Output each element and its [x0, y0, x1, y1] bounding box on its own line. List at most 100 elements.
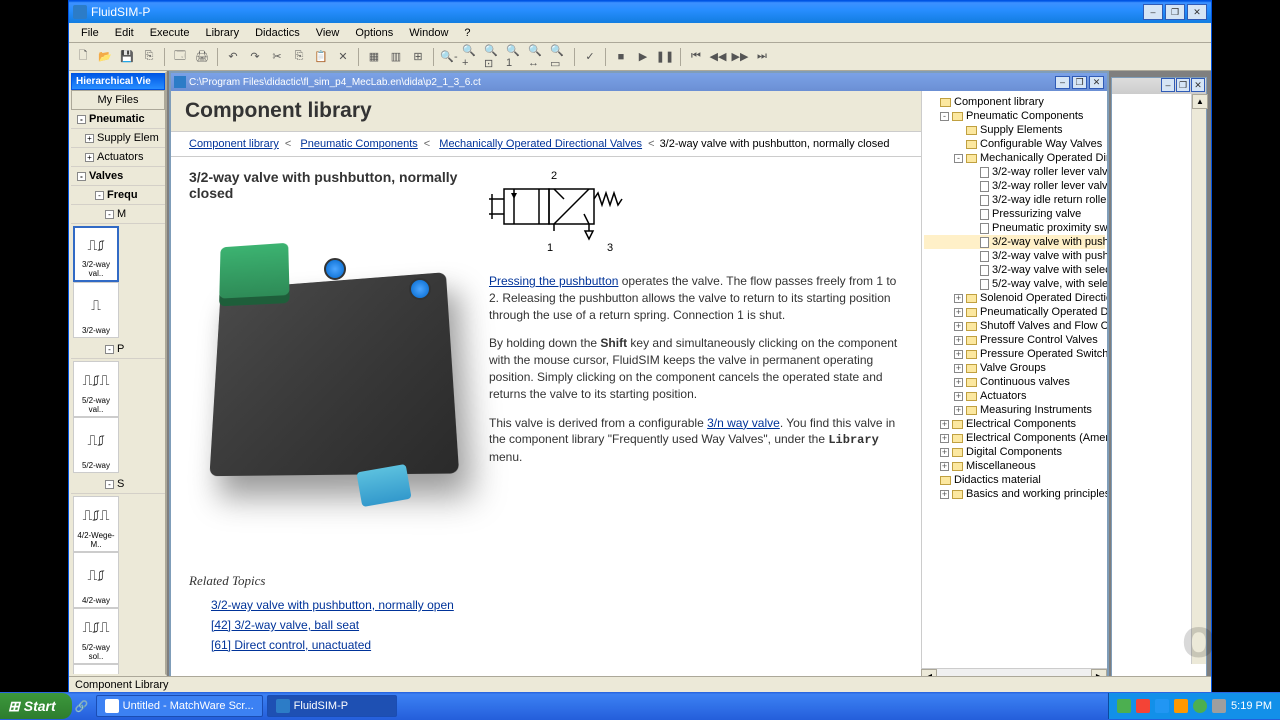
crumb-link[interactable]: Component library: [189, 138, 279, 150]
collapse-icon[interactable]: -: [77, 115, 86, 124]
expand-icon[interactable]: +: [954, 364, 963, 373]
sidebar-item[interactable]: -S: [71, 475, 165, 494]
titlebar[interactable]: FluidSIM-P – ❐ ✕: [69, 1, 1211, 23]
first-icon[interactable]: ⏮: [686, 47, 706, 67]
nav-tree-item[interactable]: Configurable Way Valves: [924, 137, 1105, 151]
scroll-left-icon[interactable]: ◀: [921, 669, 937, 676]
crumb-link[interactable]: Mechanically Operated Directional Valves: [439, 138, 642, 150]
menu-options[interactable]: Options: [347, 25, 401, 41]
expand-icon[interactable]: +: [954, 336, 963, 345]
collapse-icon[interactable]: -: [940, 112, 949, 121]
nav-tree-item[interactable]: 3/2-way roller lever valve: [924, 179, 1105, 193]
menu-help[interactable]: ?: [456, 25, 478, 41]
tray-icon[interactable]: [1136, 699, 1150, 713]
scroll-up-icon[interactable]: ▲: [1192, 94, 1208, 109]
nav-tree[interactable]: Component library-Pneumatic Components S…: [921, 91, 1107, 668]
stop-icon[interactable]: ■: [611, 47, 631, 67]
maximize-button[interactable]: ❐: [1165, 4, 1185, 20]
nav-tree-item[interactable]: 3/2-way valve with selec: [924, 263, 1105, 277]
menu-edit[interactable]: Edit: [107, 25, 142, 41]
doc-titlebar[interactable]: C:\Program Files\didactic\fl_sim_p4_MecL…: [171, 73, 1107, 91]
systray[interactable]: 5:19 PM: [1108, 693, 1280, 719]
undo-icon[interactable]: ↶: [223, 47, 243, 67]
pane-maximize-button[interactable]: ❐: [1176, 78, 1190, 92]
component-thumb[interactable]: ⎍⎎⎍5/2-way sol..: [73, 608, 119, 664]
expand-icon[interactable]: +: [954, 392, 963, 401]
delete-icon[interactable]: ✕: [333, 47, 353, 67]
tray-icon[interactable]: [1193, 699, 1207, 713]
expand-icon[interactable]: +: [940, 448, 949, 457]
new-icon[interactable]: 🗋: [73, 47, 93, 67]
save-all-icon[interactable]: ⎘: [139, 47, 159, 67]
nav-tree-item[interactable]: +Pressure Operated Switches: [924, 347, 1105, 361]
last-icon[interactable]: ⏭: [752, 47, 772, 67]
crumb-link[interactable]: Pneumatic Components: [300, 138, 417, 150]
clock[interactable]: 5:19 PM: [1231, 700, 1272, 712]
minimize-button[interactable]: –: [1143, 4, 1163, 20]
menu-window[interactable]: Window: [401, 25, 456, 41]
tray-icon[interactable]: [1155, 699, 1169, 713]
doc-main[interactable]: Component library Component library< Pne…: [171, 91, 921, 668]
nav-tree-item[interactable]: -Pneumatic Components: [924, 109, 1105, 123]
copy-icon[interactable]: ⎘: [289, 47, 309, 67]
collapse-icon[interactable]: -: [77, 172, 86, 181]
prev-icon[interactable]: ◀◀: [708, 47, 728, 67]
pause-icon[interactable]: ❚❚: [655, 47, 675, 67]
expand-icon[interactable]: +: [85, 153, 94, 162]
nav-tree-item[interactable]: 3/2-way idle return roller: [924, 193, 1105, 207]
expand-icon[interactable]: +: [954, 308, 963, 317]
expand-icon[interactable]: +: [954, 294, 963, 303]
expand-icon[interactable]: +: [954, 322, 963, 331]
menu-execute[interactable]: Execute: [142, 25, 198, 41]
sidebar-item[interactable]: +Actuators: [71, 148, 165, 167]
nav-tree-item[interactable]: Pneumatic proximity swit: [924, 221, 1105, 235]
sidebar-title[interactable]: Hierarchical Vie: [71, 73, 165, 90]
paste-icon[interactable]: 📋: [311, 47, 331, 67]
taskbar-item[interactable]: FluidSIM-P: [267, 695, 397, 717]
tray-icon[interactable]: [1174, 699, 1188, 713]
scroll-right-icon[interactable]: ▶: [1091, 669, 1107, 676]
collapse-icon[interactable]: -: [954, 154, 963, 163]
link-3n-valve[interactable]: 3/n way valve: [707, 416, 780, 430]
expand-icon[interactable]: +: [940, 462, 949, 471]
link-pressing[interactable]: Pressing the pushbutton: [489, 274, 618, 288]
related-link[interactable]: [42] 3/2-way valve, ball seat: [211, 615, 903, 635]
save-icon[interactable]: 💾: [117, 47, 137, 67]
collapse-icon[interactable]: -: [105, 210, 114, 219]
expand-icon[interactable]: +: [954, 350, 963, 359]
nav-tree-item[interactable]: +Basics and working principles: [924, 487, 1105, 501]
nav-tree-item[interactable]: +Miscellaneous: [924, 459, 1105, 473]
collapse-icon[interactable]: -: [105, 345, 114, 354]
nav-tree-item[interactable]: +Pneumatically Operated Direc: [924, 305, 1105, 319]
sidebar-section-pneumatic[interactable]: -Pneumatic: [71, 110, 165, 129]
tray-icon[interactable]: [1117, 699, 1131, 713]
sidebar-item[interactable]: +Supply Elem: [71, 129, 165, 148]
related-link[interactable]: [61] Direct control, unactuated: [211, 635, 903, 655]
cut-icon[interactable]: ✂: [267, 47, 287, 67]
zoom-in-icon[interactable]: 🔍+: [461, 47, 481, 67]
nav-tree-item[interactable]: +Valve Groups: [924, 361, 1105, 375]
menu-didactics[interactable]: Didactics: [247, 25, 308, 41]
expand-icon[interactable]: +: [940, 434, 949, 443]
print-icon[interactable]: 🖨: [192, 47, 212, 67]
next-icon[interactable]: ▶▶: [730, 47, 750, 67]
menu-view[interactable]: View: [308, 25, 348, 41]
expand-icon[interactable]: +: [940, 420, 949, 429]
zoom-reg-icon[interactable]: 🔍▭: [549, 47, 569, 67]
check-icon[interactable]: ✓: [580, 47, 600, 67]
component-thumb[interactable]: ⎍⎎3/2-way val..: [73, 226, 119, 282]
component-thumb[interactable]: ⎍⎎5/3-way: [73, 664, 119, 676]
nav-tree-item[interactable]: -Mechanically Operated Direct: [924, 151, 1105, 165]
taskbar-item[interactable]: Untitled - MatchWare Scr...: [96, 695, 263, 717]
expand-icon[interactable]: +: [940, 490, 949, 499]
nav-tree-item[interactable]: Didactics material: [924, 473, 1105, 487]
expand-icon[interactable]: +: [954, 406, 963, 415]
nav-tree-item[interactable]: +Measuring Instruments: [924, 403, 1105, 417]
component-thumb[interactable]: ⎍⎎⎍4/2-Wege-M..: [73, 496, 119, 552]
align-icon[interactable]: ▦: [364, 47, 384, 67]
sidebar-item[interactable]: -M: [71, 205, 165, 224]
quicklaunch-icon[interactable]: 🔗: [72, 700, 92, 713]
component-thumb[interactable]: ⎍⎎5/2-way: [73, 417, 119, 473]
component-thumb[interactable]: ⎍⎎4/2-way: [73, 552, 119, 608]
nav-tree-item[interactable]: +Electrical Components: [924, 417, 1105, 431]
